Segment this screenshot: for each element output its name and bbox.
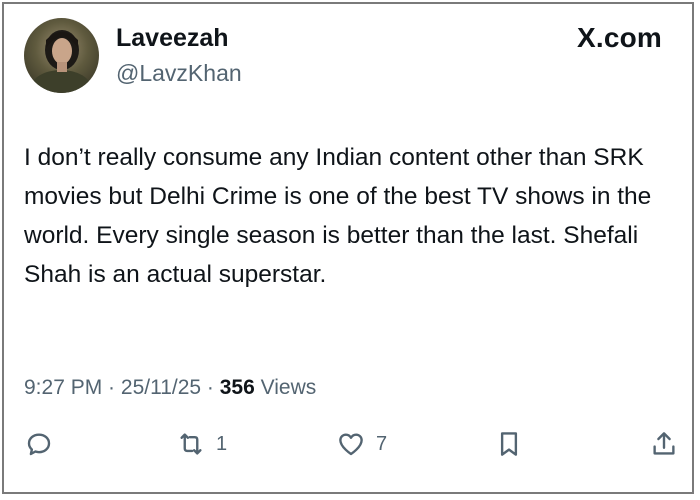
display-name[interactable]: Laveezah [116, 24, 229, 53]
brand-logo: X.com [576, 22, 662, 53]
share-icon [653, 432, 675, 455]
avatar-photo-icon [31, 30, 91, 93]
meta-separator: · [201, 376, 220, 399]
avatar[interactable] [24, 18, 99, 93]
like-button[interactable]: 7 [336, 429, 387, 459]
tweet-date[interactable]: 25/11/25 [121, 376, 201, 399]
tweet-time[interactable]: 9:27 PM [24, 376, 102, 399]
retweet-icon [180, 433, 202, 455]
retweet-count: 1 [216, 432, 228, 455]
share-button[interactable] [649, 429, 679, 459]
comment-icon [27, 433, 51, 456]
bookmark-icon [500, 432, 518, 456]
tweet-text: I don’t really consume any Indian conten… [24, 144, 652, 288]
heart-icon [339, 433, 363, 456]
action-bar: 1 7 [4, 429, 696, 469]
tweet-meta: 9:27 PM · 25/11/25 · 356 Views [24, 376, 316, 400]
retweet-button[interactable]: 1 [176, 429, 227, 459]
tweet-card: Laveezah @LavzKhan X.com I don’t really … [2, 2, 694, 494]
like-count: 7 [376, 432, 388, 455]
views-count: 356 [219, 376, 255, 399]
user-handle[interactable]: @LavzKhan [116, 60, 242, 87]
meta-separator: · [102, 376, 121, 399]
bookmark-button[interactable] [494, 429, 524, 459]
reply-button[interactable] [24, 429, 54, 459]
views-label: Views [260, 376, 317, 399]
